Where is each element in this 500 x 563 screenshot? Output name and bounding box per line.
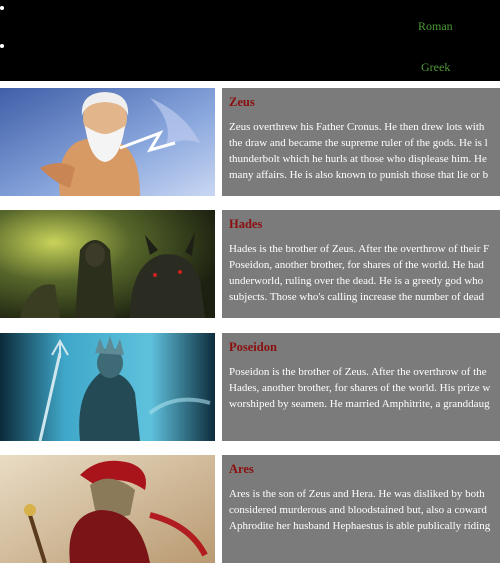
god-card-zeus: Zeus Zeus overthrew his Father Cronus. H… xyxy=(0,88,500,196)
description-line: Zeus overthrew his Father Cronus. He the… xyxy=(229,121,485,133)
god-info-panel: Hades Hades is the brother of Zeus. Afte… xyxy=(222,210,500,318)
list-bullet-icon xyxy=(0,6,4,10)
description-line: the draw and became the supreme ruler of… xyxy=(229,137,488,149)
hades-portrait-image xyxy=(0,210,215,318)
god-name-heading: Zeus xyxy=(229,95,255,109)
god-card-hades: Hades Hades is the brother of Zeus. Afte… xyxy=(0,210,500,318)
nav-link-greek[interactable]: Greek xyxy=(421,60,450,75)
god-card-poseidon: Poseidon Poseidon is the brother of Zeus… xyxy=(0,333,500,441)
description-line: thunderbolt which he hurls at those who … xyxy=(229,153,487,165)
god-info-panel: Ares Ares is the son of Zeus and Hera. H… xyxy=(222,455,500,563)
description-line: Hades, another brother, for shares of th… xyxy=(229,382,491,394)
ares-portrait-image xyxy=(0,455,215,563)
top-navigation-bar: Roman Greek xyxy=(0,0,500,81)
god-name-heading: Ares xyxy=(229,462,254,476)
description-line: considered murderous and bloodstained bu… xyxy=(229,504,487,516)
description-line: Aphrodite her husband Hephaestus is able… xyxy=(229,520,491,532)
god-description: Poseidon is the brother of Zeus. After t… xyxy=(229,364,500,412)
god-card-ares: Ares Ares is the son of Zeus and Hera. H… xyxy=(0,455,500,563)
description-line: Ares is the son of Zeus and Hera. He was… xyxy=(229,488,485,500)
description-line: Hades is the brother of Zeus. After the … xyxy=(229,243,490,255)
god-info-panel: Poseidon Poseidon is the brother of Zeus… xyxy=(222,333,500,441)
description-line: Poseidon, another brother, for shares of… xyxy=(229,259,484,271)
god-info-panel: Zeus Zeus overthrew his Father Cronus. H… xyxy=(222,88,500,196)
god-name-heading: Hades xyxy=(229,217,263,231)
poseidon-portrait-image xyxy=(0,333,215,441)
nav-link-roman[interactable]: Roman xyxy=(418,19,453,34)
description-line: worshiped by seamen. He married Amphitri… xyxy=(229,398,490,410)
god-description: Zeus overthrew his Father Cronus. He the… xyxy=(229,119,500,183)
description-line: underworld, ruling over the dead. He is … xyxy=(229,275,484,287)
description-line: Poseidon is the brother of Zeus. After t… xyxy=(229,366,487,378)
description-line: subjects. Those who's calling increase t… xyxy=(229,291,485,303)
description-line: many affairs. He is also known to punish… xyxy=(229,169,489,181)
god-name-heading: Poseidon xyxy=(229,340,277,354)
god-description: Hades is the brother of Zeus. After the … xyxy=(229,241,500,305)
zeus-portrait-image xyxy=(0,88,215,196)
list-bullet-icon xyxy=(0,44,4,48)
god-description: Ares is the son of Zeus and Hera. He was… xyxy=(229,486,500,534)
